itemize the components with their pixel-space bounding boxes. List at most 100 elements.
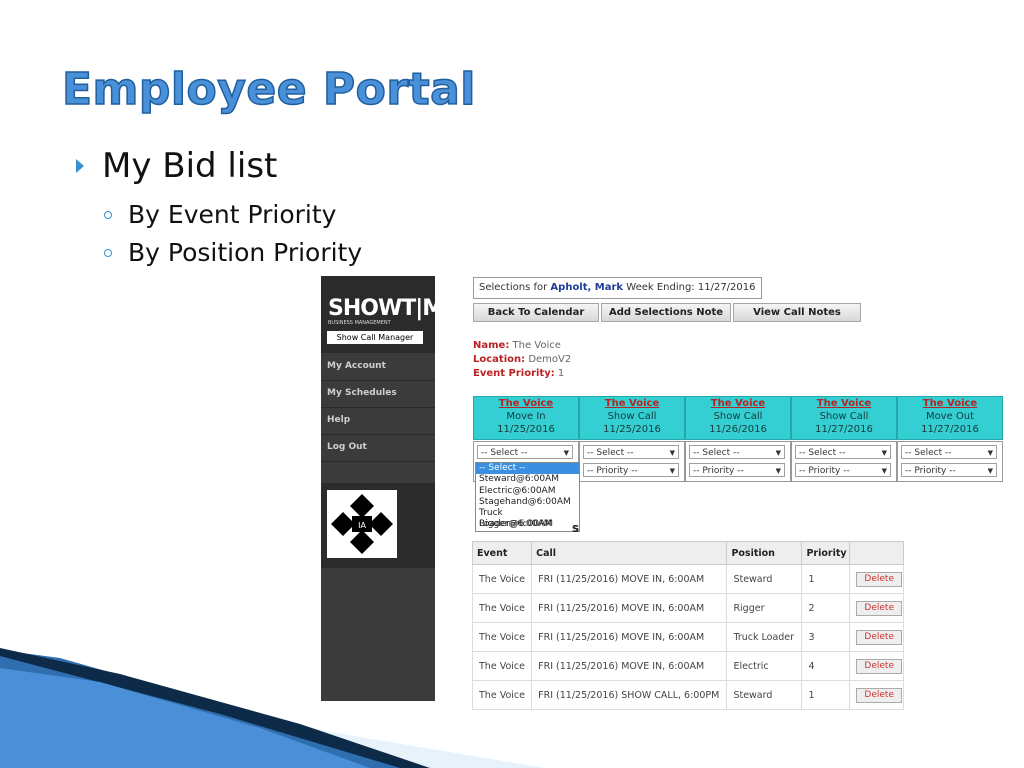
bullet-main: My Bid list: [76, 146, 277, 186]
logo-subtitle: BUSINESS MANAGEMENT: [328, 320, 391, 326]
add-selections-note-button[interactable]: Add Selections Note: [601, 303, 731, 322]
call-card[interactable]: The Voice Move In 11/25/2016: [473, 396, 579, 440]
logo-text: SHOWT|ME: [328, 296, 458, 321]
call-card-title[interactable]: The Voice: [898, 397, 1002, 410]
priority-value: -- Priority --: [587, 466, 638, 476]
call-card-type: Show Call: [819, 411, 869, 422]
dropdown-option[interactable]: Steward@6:00AM: [476, 474, 579, 485]
call-card[interactable]: The Voice Show Call 11/25/2016: [579, 396, 685, 440]
bullet-sub-1: By Event Priority: [104, 200, 336, 229]
bullet-sub-1-text: By Event Priority: [128, 200, 337, 229]
dropdown-option[interactable]: Truck Loader@6:00AM: [476, 508, 579, 529]
cell-event: The Voice: [471, 680, 533, 710]
selection-control: -- Select -- ▼ -- Priority -- ▼: [791, 441, 897, 482]
cell-priority: 1: [801, 564, 851, 594]
sidebar-item-log-out[interactable]: Log Out: [321, 435, 435, 462]
cell-call: FRI (11/25/2016) MOVE IN, 6:00AM: [531, 651, 728, 681]
table-row: The Voice FRI (11/25/2016) SHOW CALL, 6:…: [471, 680, 904, 710]
priority-select[interactable]: -- Priority -- ▼: [795, 463, 891, 477]
cell-event: The Voice: [471, 651, 533, 681]
call-card-type: Show Call: [607, 411, 657, 422]
union-logo-icon: IA: [327, 490, 397, 558]
dropdown-arrow-icon: ▼: [669, 467, 675, 475]
dropdown-arrow-icon: ▼: [987, 467, 993, 475]
position-select[interactable]: -- Select -- ▼: [901, 445, 997, 459]
table-row: The Voice FRI (11/25/2016) MOVE IN, 6:00…: [471, 622, 904, 652]
bullet-main-text: My Bid list: [102, 146, 278, 186]
dropdown-arrow-icon: ▼: [563, 449, 569, 457]
event-name: The Voice: [512, 340, 561, 351]
dropdown-arrow-icon: ▼: [775, 449, 781, 457]
position-select[interactable]: -- Select -- ▼: [795, 445, 891, 459]
week-ending: Week Ending: 11/27/2016: [626, 282, 756, 293]
event-info: Name: The Voice Location: DemoV2 Event P…: [473, 339, 571, 381]
cell-priority: 2: [801, 593, 851, 623]
delete-button[interactable]: Delete: [856, 600, 902, 616]
call-card-type: Move In: [506, 411, 546, 422]
priority-value: -- Priority --: [799, 466, 850, 476]
cell-event: The Voice: [471, 593, 533, 623]
showtime-logo: SHOWT|ME BUSINESS MANAGEMENT Show Call M…: [321, 276, 458, 353]
dropdown-option[interactable]: Electric@6:00AM: [476, 486, 579, 497]
dropdown-arrow-icon: ▼: [881, 467, 887, 475]
cell-position: Electric: [726, 651, 803, 681]
cell-action: Delete: [849, 593, 904, 623]
table-row: The Voice FRI (11/25/2016) MOVE IN, 6:00…: [471, 564, 904, 594]
position-select[interactable]: -- Select -- ▼: [689, 445, 785, 459]
cell-position: Truck Loader: [726, 622, 803, 652]
selections-user-name: Apholt, Mark: [550, 282, 624, 293]
call-card-title[interactable]: The Voice: [580, 397, 684, 410]
call-card-date: 11/27/2016: [921, 424, 979, 435]
cell-event: The Voice: [471, 564, 533, 594]
table-row: The Voice FRI (11/25/2016) MOVE IN, 6:00…: [471, 651, 904, 681]
location-label: Location:: [473, 354, 526, 365]
column-header: Call: [531, 541, 728, 565]
cell-position: Rigger: [726, 593, 803, 623]
column-header: [849, 541, 904, 565]
sidebar-item-help[interactable]: Help: [321, 408, 435, 435]
cell-action: Delete: [849, 651, 904, 681]
call-card-type: Move Out: [925, 411, 975, 422]
cell-event: The Voice: [471, 622, 533, 652]
priority-select[interactable]: -- Priority -- ▼: [583, 463, 679, 477]
call-card-title[interactable]: The Voice: [474, 397, 578, 410]
dropdown-option[interactable]: -- Select --: [476, 463, 579, 475]
delete-button[interactable]: Delete: [856, 687, 902, 703]
call-card-title[interactable]: The Voice: [792, 397, 896, 410]
sidebar: SHOWT|ME BUSINESS MANAGEMENT Show Call M…: [321, 276, 458, 701]
dropdown-option[interactable]: Stagehand@6:00AM: [476, 497, 579, 508]
bullet-sub-2: By Position Priority: [104, 238, 362, 267]
priority-value: -- Priority --: [693, 466, 744, 476]
cell-call: FRI (11/25/2016) MOVE IN, 6:00AM: [531, 622, 728, 652]
call-card-date: 11/26/2016: [709, 424, 767, 435]
view-call-notes-button[interactable]: View Call Notes: [733, 303, 861, 322]
cell-action: Delete: [849, 680, 904, 710]
call-card[interactable]: The Voice Move Out 11/27/2016: [897, 396, 1003, 440]
call-card-title[interactable]: The Voice: [686, 397, 790, 410]
position-select[interactable]: -- Select -- ▼: [477, 445, 573, 459]
delete-button[interactable]: Delete: [856, 629, 902, 645]
app-content: Selections for Apholt, Mark Week Ending:…: [471, 276, 1012, 710]
show-call-manager-badge[interactable]: Show Call Manager: [327, 331, 423, 344]
bid-list-table: Event Call Position Priority The Voice F…: [471, 541, 904, 710]
cell-action: Delete: [849, 564, 904, 594]
circle-bullet-icon: [104, 210, 112, 219]
cell-action: Delete: [849, 622, 904, 652]
sidebar-item-my-account[interactable]: My Account: [321, 354, 435, 381]
event-priority: 1: [557, 368, 565, 379]
dropdown-option[interactable]: Rigger@6:00AM: [476, 519, 579, 530]
priority-select[interactable]: -- Priority -- ▼: [901, 463, 997, 477]
call-card-type: Show Call: [713, 411, 763, 422]
select-value: -- Select --: [905, 448, 952, 458]
delete-button[interactable]: Delete: [856, 571, 902, 587]
call-card[interactable]: The Voice Show Call 11/26/2016: [685, 396, 791, 440]
sidebar-item-my-schedules[interactable]: My Schedules: [321, 381, 435, 408]
back-to-calendar-button[interactable]: Back To Calendar: [473, 303, 599, 322]
cell-priority: 1: [801, 680, 851, 710]
delete-button[interactable]: Delete: [856, 658, 902, 674]
priority-select[interactable]: -- Priority -- ▼: [689, 463, 785, 477]
call-card[interactable]: The Voice Show Call 11/27/2016: [791, 396, 897, 440]
call-card-date: 11/27/2016: [815, 424, 873, 435]
position-select[interactable]: -- Select -- ▼: [583, 445, 679, 459]
cell-position: Steward: [726, 680, 803, 710]
